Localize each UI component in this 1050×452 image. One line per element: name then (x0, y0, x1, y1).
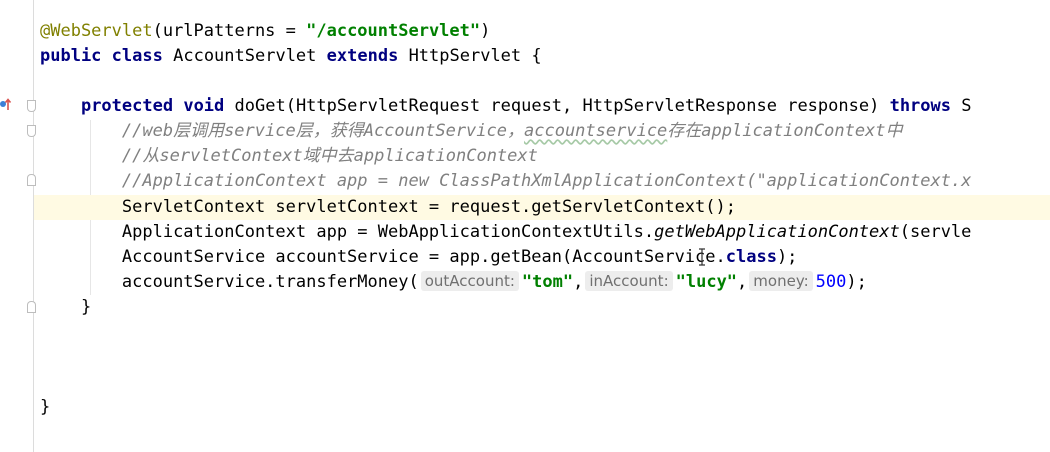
keyword: void (183, 96, 225, 116)
code-text: ); (776, 247, 798, 267)
keyword: public (40, 46, 102, 66)
string-literal: "/accountServlet" (306, 21, 481, 41)
param-hint-money: money: (749, 271, 813, 291)
code-text: (urlPatterns = (152, 21, 307, 41)
code-line-6: //从servletContext域中去applicationContext (40, 144, 538, 169)
code-text: ) (480, 21, 491, 41)
keyword: class (725, 247, 777, 267)
code-text: ServletContext servletContext = request.… (121, 197, 736, 217)
code-line-2: public class AccountServlet extends Http… (40, 44, 542, 69)
keyword: class (111, 46, 163, 66)
code-line-9: ApplicationContext app = WebApplicationC… (40, 220, 972, 245)
comment-text: //从servletContext域中去applicationContext (121, 146, 538, 166)
code-text: ); (846, 272, 867, 292)
code-line-8: ServletContext servletContext = request.… (40, 195, 736, 220)
keyword: throws (889, 96, 951, 116)
number-literal: 500 (815, 272, 847, 292)
code-line-4: protected void doGet(HttpServletRequest … (40, 94, 972, 119)
keyword: protected (80, 96, 174, 116)
code-line-11: accountService.transferMoney(outAccount:… (40, 270, 867, 295)
keyword: extends (326, 46, 399, 66)
comment-text: 存在applicationContext中 (667, 121, 903, 141)
code-line-10: AccountService accountService = app.getB… (40, 245, 798, 270)
code-line-7: //ApplicationContext app = new ClassPath… (40, 169, 972, 194)
static-method-call: getWebApplicationContext (654, 222, 900, 242)
fold-marker-method-end[interactable] (27, 301, 36, 313)
code-text: ApplicationContext app = WebApplicationC… (121, 222, 655, 242)
override-method-icon[interactable] (0, 96, 12, 112)
code-line-12: } (40, 295, 91, 320)
code-text: , (737, 272, 748, 292)
code-text: HttpServlet { (408, 46, 542, 66)
editor-gutter[interactable] (0, 0, 34, 452)
code-line-16: } (40, 395, 50, 420)
code-editor[interactable]: @WebServlet(urlPatterns = "/accountServl… (0, 0, 1050, 452)
string-literal: "lucy" (675, 272, 738, 292)
code-line-5: //web层调用service层，获得AccountService，accoun… (40, 119, 903, 144)
code-text: , (573, 272, 584, 292)
code-text: (servle (899, 222, 972, 242)
comment-text: //web层调用service层，获得AccountService， (121, 121, 524, 141)
code-line-1: @WebServlet(urlPatterns = "/accountServl… (40, 19, 490, 44)
param-hint-outaccount: outAccount: (420, 271, 519, 291)
code-text: S (961, 96, 972, 116)
string-literal: "tom" (521, 272, 574, 292)
fold-marker-class[interactable] (27, 100, 36, 112)
param-hint-inaccount: inAccount: (585, 271, 673, 291)
annotation-token: @WebServlet (40, 21, 153, 41)
comment-text: //ApplicationContext app = new ClassPath… (121, 171, 972, 191)
code-text: } (40, 397, 51, 417)
method-signature: doGet(HttpServletRequest request, HttpSe… (234, 96, 880, 116)
text-cursor-icon (698, 248, 708, 266)
class-name: AccountServlet (173, 46, 317, 66)
typo-highlight: accountservice (524, 121, 668, 141)
fold-marker-comment-end[interactable] (27, 174, 36, 186)
code-text: accountService.transferMoney( (121, 272, 419, 292)
code-text: } (80, 297, 92, 317)
code-text: AccountService accountService = app.getB… (121, 247, 726, 267)
fold-marker-comment[interactable] (27, 125, 36, 137)
